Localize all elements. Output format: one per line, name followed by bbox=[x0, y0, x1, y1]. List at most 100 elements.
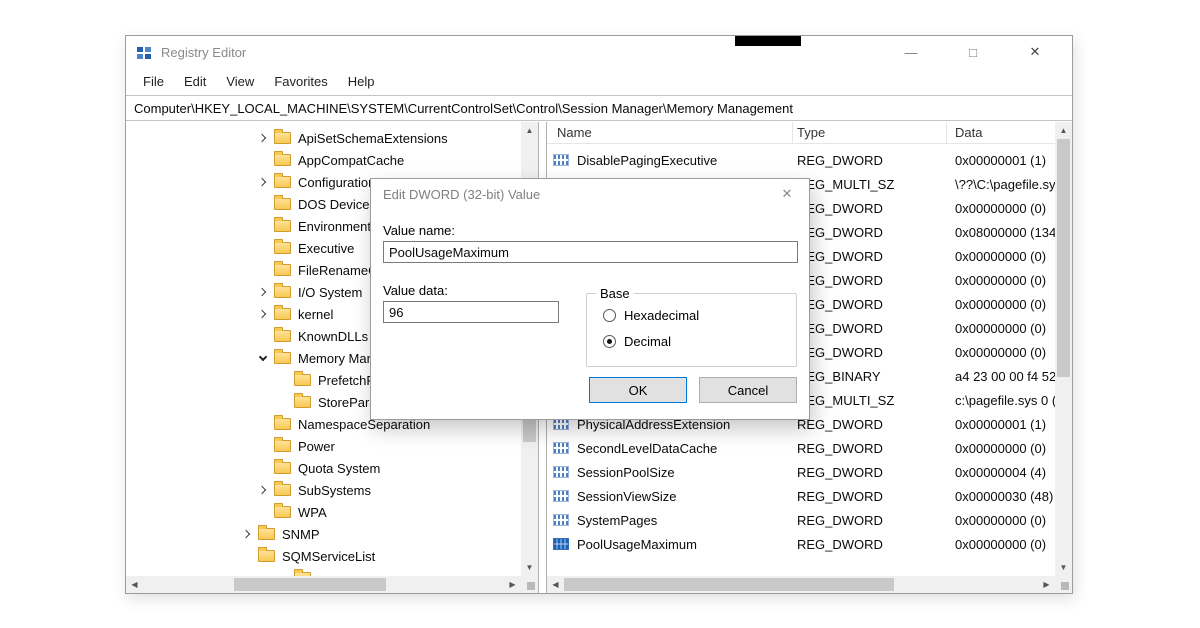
scroll-left-icon[interactable]: ◀ bbox=[547, 576, 564, 593]
tree-item-label: ApiSetSchemaExtensions bbox=[298, 131, 448, 146]
expand-arrow-icon[interactable] bbox=[257, 288, 265, 296]
tree-item-label: AppCompatCache bbox=[298, 153, 404, 168]
edit-dword-dialog: Edit DWORD (32-bit) Value ✕ Value name: … bbox=[370, 178, 810, 420]
tree-hscroll-thumb[interactable] bbox=[234, 578, 386, 591]
scroll-right-icon[interactable]: ▶ bbox=[1038, 576, 1055, 593]
value-data-cell: 0x00000001 (1) bbox=[947, 417, 1055, 432]
value-name-text: SecondLevelDataCache bbox=[577, 441, 717, 456]
tree-item-appcompatcache[interactable]: AppCompatCache bbox=[126, 149, 521, 171]
arrow-slot bbox=[253, 356, 272, 360]
scroll-up-icon[interactable]: ▲ bbox=[1055, 122, 1072, 139]
decimal-radio[interactable]: Decimal bbox=[603, 334, 671, 349]
registry-value-icon bbox=[553, 154, 569, 166]
value-name-cell: DisablePagingExecutive bbox=[547, 153, 793, 168]
hexadecimal-radio[interactable]: Hexadecimal bbox=[603, 308, 699, 323]
value-row-sessionviewsize[interactable]: SessionViewSize REG_DWORD0x00000030 (48) bbox=[547, 484, 1055, 508]
dialog-close-icon[interactable]: ✕ bbox=[765, 179, 809, 209]
value-row-poolusagemaximum[interactable]: PoolUsageMaximumREG_DWORD0x00000000 (0) bbox=[547, 532, 1055, 556]
menu-edit[interactable]: Edit bbox=[174, 74, 216, 89]
folder-icon bbox=[274, 132, 291, 144]
value-name-text: PoolUsageMaximum bbox=[577, 537, 697, 552]
list-horizontal-scrollbar[interactable]: ◀ ▶ bbox=[547, 576, 1055, 593]
registry-value-icon bbox=[553, 514, 569, 526]
address-bar[interactable]: Computer\HKEY_LOCAL_MACHINE\SYSTEM\Curre… bbox=[126, 95, 1072, 121]
value-row-systempages[interactable]: SystemPagesREG_DWORD0x00000000 (0) bbox=[547, 508, 1055, 532]
value-data-cell: 0x00000004 (4) bbox=[947, 465, 1055, 480]
scroll-up-icon[interactable]: ▲ bbox=[521, 122, 538, 139]
expand-arrow-icon[interactable] bbox=[257, 134, 265, 142]
expand-arrow-icon[interactable] bbox=[257, 310, 265, 318]
folder-icon bbox=[274, 506, 291, 518]
scroll-right-icon[interactable]: ▶ bbox=[504, 576, 521, 593]
column-header-type[interactable]: Type bbox=[793, 122, 947, 143]
value-data-cell: 0x00000000 (0) bbox=[947, 345, 1055, 360]
scroll-down-icon[interactable]: ▼ bbox=[1055, 559, 1072, 576]
value-type-cell: REG_DWORD bbox=[793, 201, 947, 216]
tree-item-partial[interactable] bbox=[126, 567, 521, 576]
base-groupbox: Base Hexadecimal Decimal bbox=[586, 293, 797, 367]
value-name-input[interactable] bbox=[383, 241, 798, 263]
close-button[interactable]: ✕ bbox=[1004, 36, 1066, 68]
value-name-cell: PoolUsageMaximum bbox=[547, 537, 793, 552]
menu-file[interactable]: File bbox=[133, 74, 174, 89]
minimize-button[interactable]: — bbox=[880, 36, 942, 68]
arrow-slot bbox=[253, 179, 272, 185]
window-controls: — □ ✕ bbox=[880, 36, 1066, 68]
menu-view[interactable]: View bbox=[216, 74, 264, 89]
radio-unchecked-icon[interactable] bbox=[603, 309, 616, 322]
value-type-cell: REG_MULTI_SZ bbox=[793, 393, 947, 408]
collapse-arrow-icon[interactable] bbox=[258, 353, 266, 361]
decimal-radio-label: Decimal bbox=[624, 334, 671, 349]
tree-item-subsystems[interactable]: SubSystems bbox=[126, 479, 521, 501]
value-row-sessionpoolsize[interactable]: SessionPoolSizeREG_DWORD0x00000004 (4) bbox=[547, 460, 1055, 484]
arrow-slot bbox=[253, 487, 272, 493]
value-data-cell: 0x00000030 (48) bbox=[947, 489, 1055, 504]
value-data-cell: 0x00000000 (0) bbox=[947, 321, 1055, 336]
folder-icon bbox=[274, 286, 291, 298]
value-name-cell: SessionViewSize bbox=[547, 489, 793, 504]
value-type-cell: REG_DWORD bbox=[793, 417, 947, 432]
value-row-disablepagingexecutive[interactable]: DisablePagingExecutiveREG_DWORD0x0000000… bbox=[547, 148, 1055, 172]
tree-item-wpa[interactable]: WPA bbox=[126, 501, 521, 523]
registry-value-icon bbox=[553, 442, 569, 454]
menu-favorites[interactable]: Favorites bbox=[264, 74, 337, 89]
ok-button[interactable]: OK bbox=[589, 377, 687, 403]
value-name-cell: SecondLevelDataCache bbox=[547, 441, 793, 456]
scroll-down-icon[interactable]: ▼ bbox=[521, 559, 538, 576]
menu-help[interactable]: Help bbox=[338, 74, 385, 89]
column-header-data[interactable]: Data bbox=[947, 122, 1055, 143]
list-hscroll-thumb[interactable] bbox=[564, 578, 894, 591]
tree-item-apisetschemaextensions[interactable]: ApiSetSchemaExtensions bbox=[126, 127, 521, 149]
arrow-slot bbox=[253, 135, 272, 141]
tree-item-label: SNMP bbox=[282, 527, 320, 542]
title-bar: Registry Editor — □ ✕ bbox=[126, 36, 1072, 68]
menu-bar: FileEditViewFavoritesHelp bbox=[126, 68, 1072, 95]
tree-horizontal-scrollbar[interactable]: ◀ ▶ bbox=[126, 576, 521, 593]
tree-item-label: SubSystems bbox=[298, 483, 371, 498]
tree-item-label: kernel bbox=[298, 307, 333, 322]
tree-item-snmp[interactable]: SNMP bbox=[126, 523, 521, 545]
expand-arrow-icon[interactable] bbox=[241, 530, 249, 538]
tree-item-sqmservicelist[interactable]: SQMServiceList bbox=[126, 545, 521, 567]
expand-arrow-icon[interactable] bbox=[257, 178, 265, 186]
value-name-cell: SessionPoolSize bbox=[547, 465, 793, 480]
expand-arrow-icon[interactable] bbox=[257, 486, 265, 494]
value-data-input[interactable] bbox=[383, 301, 559, 323]
registry-value-icon bbox=[553, 490, 569, 502]
tree-item-label: Executive bbox=[298, 241, 354, 256]
tree-item-quota-system[interactable]: Quota System bbox=[126, 457, 521, 479]
value-type-cell: REG_DWORD bbox=[793, 489, 947, 504]
list-vertical-scrollbar[interactable]: ▲ ▼ bbox=[1055, 122, 1072, 576]
tree-item-label: KnownDLLs bbox=[298, 329, 368, 344]
value-type-cell: REG_DWORD bbox=[793, 465, 947, 480]
maximize-button[interactable]: □ bbox=[942, 36, 1004, 68]
list-vscroll-thumb[interactable] bbox=[1057, 139, 1070, 377]
column-header-name[interactable]: Name bbox=[547, 122, 793, 143]
value-data-cell: 0x00000000 (0) bbox=[947, 441, 1055, 456]
cancel-button[interactable]: Cancel bbox=[699, 377, 797, 403]
value-row-secondleveldatacache[interactable]: SecondLevelDataCacheREG_DWORD0x00000000 … bbox=[547, 436, 1055, 460]
tree-item-power[interactable]: Power bbox=[126, 435, 521, 457]
value-name-text: SessionViewSize bbox=[577, 489, 676, 504]
radio-checked-icon[interactable] bbox=[603, 335, 616, 348]
scroll-left-icon[interactable]: ◀ bbox=[126, 576, 143, 593]
